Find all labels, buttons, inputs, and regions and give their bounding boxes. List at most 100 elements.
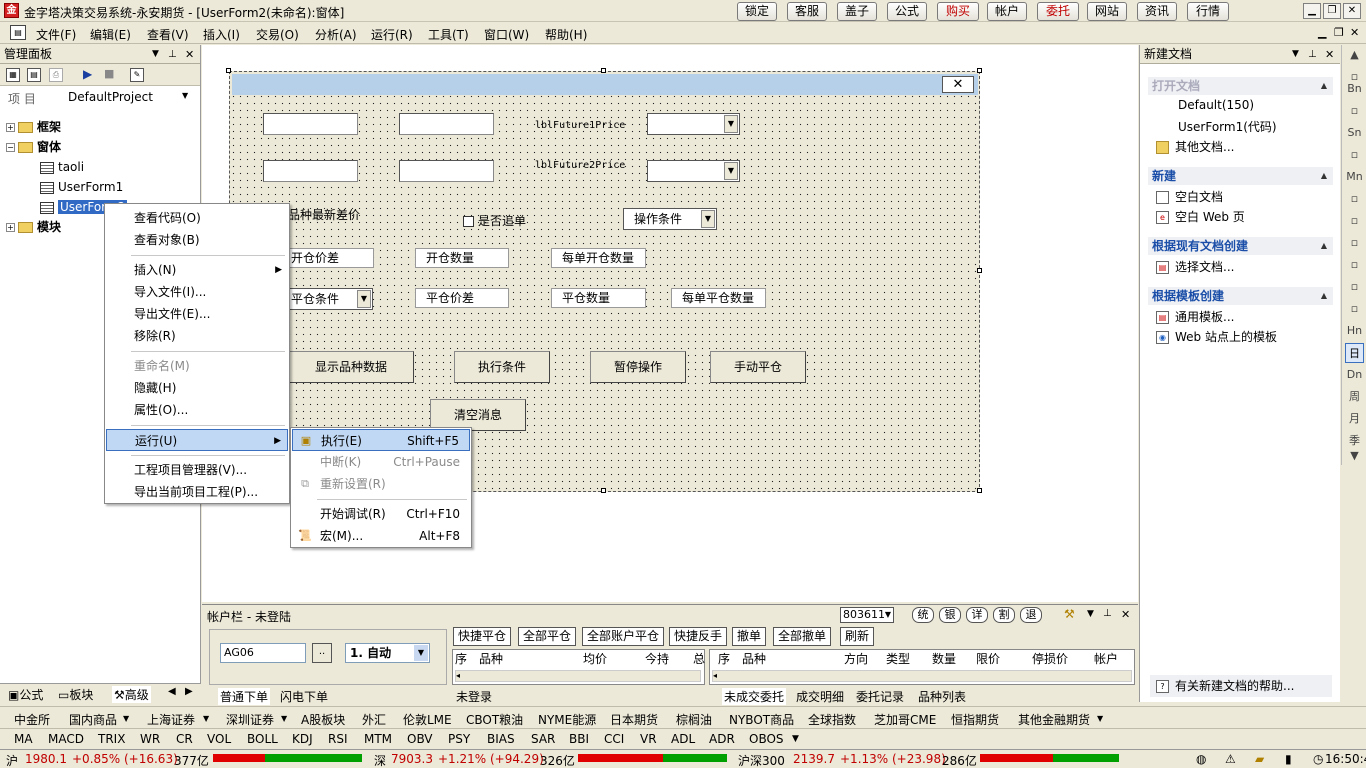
data-icon[interactable]: ▰ [1255, 752, 1264, 766]
combo-1[interactable]: ▼ [647, 113, 740, 135]
recent-doc-1[interactable]: Default(150) [1178, 98, 1254, 112]
expand-icon[interactable]: + [6, 123, 15, 132]
panel-dropdown-icon[interactable]: ▼ [1087, 609, 1094, 619]
indicator-trix[interactable]: TRIX [98, 732, 125, 746]
panel-pin-icon[interactable]: ⊥ [1103, 608, 1112, 619]
period-mn[interactable]: Mn [1345, 167, 1364, 187]
period-dn[interactable]: Dn [1345, 365, 1364, 385]
indicator-bbi[interactable]: BBI [569, 732, 589, 746]
tree-node-forms[interactable]: − 窗体 [6, 138, 61, 156]
toolbar-button-service[interactable]: 客服 [787, 2, 827, 21]
tab-instruments[interactable]: 品种列表 [918, 688, 966, 705]
chase-checkbox[interactable]: 是否追单 [463, 212, 526, 229]
menu-help[interactable]: 帮助(H) [545, 26, 587, 43]
panel-dropdown-icon[interactable]: ▼ [1292, 45, 1299, 64]
indicator-obos[interactable]: OBOS [749, 732, 784, 746]
menu-item-start-debug[interactable]: 开始调试(R) Ctrl+F10 [292, 503, 470, 525]
cancel-order-button[interactable]: 撤单 [732, 627, 766, 646]
menu-item-insert[interactable]: 插入(N) ▶ [106, 259, 288, 281]
restore-icon[interactable]: ❐ [1323, 3, 1341, 19]
menu-item-reset[interactable]: ⧉ 重新设置(R) [292, 473, 470, 495]
play-icon[interactable]: ▶ [83, 67, 92, 81]
period-4h-icon[interactable]: ▫ [1345, 277, 1364, 297]
panel-pin-icon[interactable]: ⊥ [168, 45, 177, 64]
resize-handle[interactable] [601, 68, 606, 73]
menu-item-rename[interactable]: 重命名(M) [106, 355, 288, 377]
indicator-mtm[interactable]: MTM [364, 732, 392, 746]
period-2h-icon[interactable]: ▫ [1345, 255, 1364, 275]
chevron-down-icon[interactable]: ▼ [357, 290, 371, 308]
menu-trade[interactable]: 交易(O) [256, 26, 299, 43]
tab-scroll-left-icon[interactable]: ◀ [168, 686, 176, 697]
chevron-down-icon[interactable]: ▼ [701, 210, 715, 228]
period-60min-icon[interactable]: ▫ [1345, 233, 1364, 253]
mdi-window-icon[interactable]: ▤ [10, 25, 26, 40]
indicator-adr[interactable]: ADR [709, 732, 735, 746]
tab-flash-order[interactable]: 闪电下单 [280, 688, 328, 705]
menu-run[interactable]: 运行(R) [371, 26, 413, 43]
form-close-button[interactable]: ✕ [942, 76, 974, 93]
textbox-4[interactable] [399, 160, 494, 182]
textbox-2[interactable] [399, 113, 494, 135]
market-japan[interactable]: 日本期货 [610, 711, 658, 728]
chevron-down-icon[interactable]: ▼ [724, 115, 738, 133]
recent-doc-2[interactable]: UserForm1(代码) [1178, 118, 1277, 135]
other-docs-link[interactable]: 其他文档... [1156, 138, 1234, 155]
indicator-cci[interactable]: CCI [604, 732, 624, 746]
indicator-ma[interactable]: MA [14, 732, 33, 746]
new-module-icon[interactable]: ✎ [130, 68, 144, 82]
resize-handle[interactable] [977, 488, 982, 493]
tree-node-frame[interactable]: + 框架 [6, 118, 61, 136]
chevron-down-icon[interactable]: ▼ [182, 91, 188, 100]
chevron-down-icon[interactable]: ▼ [724, 162, 738, 180]
menu-item-export[interactable]: 导出文件(E)... [106, 303, 288, 325]
tab-formula[interactable]: ▣公式 [8, 686, 43, 703]
panel-pin-icon[interactable]: ⊥ [1308, 45, 1317, 64]
panel-close-icon[interactable]: ✕ [1325, 45, 1334, 64]
pause-button[interactable]: 暂停操作 [590, 351, 686, 383]
indicator-macd[interactable]: MACD [48, 732, 84, 746]
mdi-close-icon[interactable]: ✕ [1350, 26, 1359, 39]
menu-item-break[interactable]: 中断(K) Ctrl+Pause [292, 451, 470, 473]
tab-block[interactable]: ▭板块 [58, 686, 93, 703]
cut-button[interactable]: 割 [993, 607, 1015, 623]
market-shenzhen[interactable]: 深圳证券 [226, 711, 274, 728]
period-bn[interactable]: Bn [1345, 79, 1364, 99]
resize-handle[interactable] [226, 68, 231, 73]
menu-item-macro[interactable]: 📜 宏(M)... Alt+F8 [292, 525, 470, 547]
section-open-doc[interactable]: 打开文档 ▲ [1148, 77, 1333, 95]
period-1min-icon[interactable]: ▫ [1345, 101, 1364, 121]
menu-item-export-project[interactable]: 导出当前项目工程(P)... [106, 481, 288, 503]
menu-item-view-object[interactable]: 查看对象(B) [106, 229, 288, 251]
detail-button[interactable]: 详 [966, 607, 988, 623]
scroll-up-icon[interactable]: ▲ [1345, 45, 1364, 65]
chevron-down-icon[interactable]: ▼ [1097, 714, 1103, 723]
cancel-all-button[interactable]: 全部撤单 [773, 627, 831, 646]
period-day[interactable]: 日 [1345, 343, 1364, 363]
menu-item-properties[interactable]: 属性(O)... [106, 399, 288, 421]
tab-advanced[interactable]: ⚒高级 [112, 686, 151, 703]
resize-handle[interactable] [977, 68, 982, 73]
exit-button[interactable]: 退 [1020, 607, 1042, 623]
menu-item-hide[interactable]: 隐藏(H) [106, 377, 288, 399]
mdi-restore-icon[interactable]: ❐ [1334, 26, 1344, 39]
more-indicators-icon[interactable]: ▼ [792, 734, 799, 744]
indicator-kdj[interactable]: KDJ [292, 732, 313, 746]
quick-close-button[interactable]: 快捷平仓 [453, 627, 511, 646]
menu-item-project-manager[interactable]: 工程项目管理器(V)... [106, 459, 288, 481]
tab-normal-order[interactable]: 普通下单 [218, 688, 271, 705]
stat-button[interactable]: 统 [912, 607, 934, 623]
section-new[interactable]: 新建 ▲ [1148, 167, 1333, 185]
expand-icon[interactable]: + [6, 223, 15, 232]
indicator-vol[interactable]: VOL [207, 732, 231, 746]
indicator-psy[interactable]: PSY [448, 732, 470, 746]
market-nybot[interactable]: NYBOT商品 [729, 711, 794, 728]
resize-handle[interactable] [977, 268, 982, 273]
textbox-3[interactable] [263, 160, 358, 182]
period-30min-icon[interactable]: ▫ [1345, 211, 1364, 231]
collapse-icon[interactable]: ▲ [1321, 167, 1327, 185]
combo-close-condition[interactable]: 平仓条件 ▼ [280, 288, 373, 310]
close-all-button[interactable]: 全部平仓 [518, 627, 576, 646]
market-shanghai[interactable]: 上海证券 [147, 711, 195, 728]
menu-item-import[interactable]: 导入文件(I)... [106, 281, 288, 303]
